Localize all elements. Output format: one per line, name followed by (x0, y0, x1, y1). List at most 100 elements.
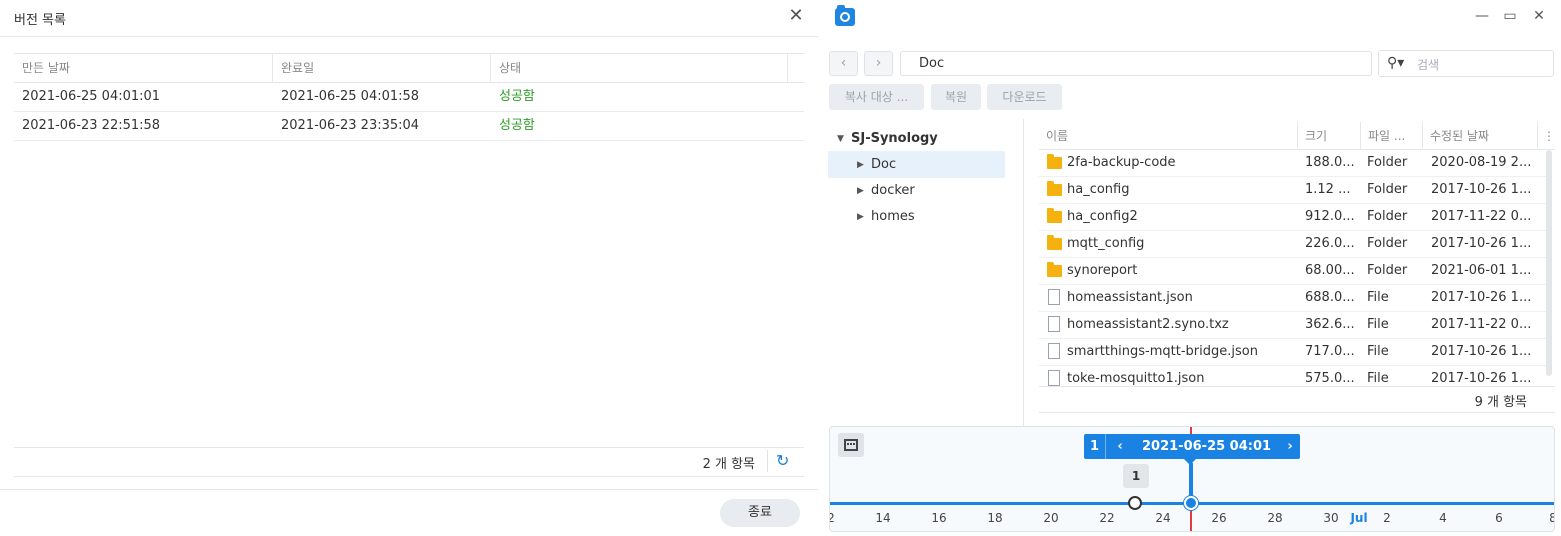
tick-label: 14 (875, 511, 891, 525)
column-type[interactable]: 파일 ... (1361, 122, 1423, 150)
search-input[interactable]: ⚲▾ 검색 (1378, 50, 1554, 77)
completed-cell: 2021-06-25 04:01:58 (281, 89, 420, 104)
file-name: homeassistant2.syno.txz (1067, 317, 1229, 332)
file-name: homeassistant.json (1067, 290, 1193, 305)
refresh-icon[interactable]: ↻ (776, 452, 792, 470)
tick-label: 22 (1099, 511, 1115, 525)
file-type: File (1367, 371, 1389, 386)
file-type: Folder (1367, 155, 1408, 170)
path-field[interactable]: Doc (900, 51, 1372, 76)
file-modified: 2017-10-26 1... (1431, 344, 1532, 359)
forward-button[interactable]: › (864, 51, 893, 76)
file-row[interactable]: 2fa-backup-code 188.0... Folder 2020-08-… (1039, 150, 1547, 177)
version-list-dialog: 버전 목록 ✕ 만든 날짜 완료일 상태 2021-06-25 04:01:01… (0, 0, 818, 536)
caret-right-icon[interactable]: ▶ (857, 212, 864, 222)
file-type: File (1367, 290, 1389, 305)
file-row[interactable]: ha_config 1.12 ... Folder 2017-10-26 1..… (1039, 177, 1547, 204)
column-modified[interactable]: 수정된 날짜 (1423, 122, 1538, 150)
file-size: 717.0... (1305, 344, 1355, 359)
table-row[interactable]: 2021-06-23 22:51:58 2021-06-23 23:35:04 … (14, 112, 804, 141)
download-button[interactable]: 다운로드 (987, 84, 1062, 110)
file-table-header: 이름 크기 파일 ... 수정된 날짜 ⋮ (1039, 122, 1555, 150)
list-divider (1039, 412, 1555, 413)
folder-icon (1047, 262, 1062, 277)
dialog-title: 버전 목록 (14, 13, 66, 28)
column-size[interactable]: 크기 (1298, 122, 1361, 150)
column-menu-icon[interactable]: ⋮ (1538, 122, 1555, 150)
footer-divider (14, 447, 804, 448)
close-button[interactable]: 종료 (720, 499, 800, 527)
caret-down-icon[interactable]: ▼ (837, 134, 844, 144)
maximize-icon[interactable]: ▭ (1502, 8, 1518, 24)
footer-divider (14, 476, 804, 477)
created-cell: 2021-06-25 04:01:01 (22, 89, 161, 104)
file-row[interactable]: ha_config2 912.0... Folder 2017-11-22 0.… (1039, 204, 1547, 231)
file-icon (1048, 370, 1060, 386)
tree-item-docker[interactable]: docker (871, 183, 915, 198)
file-size: 68.00... (1305, 263, 1355, 278)
file-name: mqtt_config (1067, 236, 1145, 251)
file-size: 912.0... (1305, 209, 1355, 224)
folder-icon (1047, 235, 1062, 250)
file-modified: 2017-10-26 1... (1431, 371, 1532, 386)
file-row[interactable]: synoreport 68.00... Folder 2021-06-01 1.… (1039, 258, 1547, 285)
tick-label: 28 (1267, 511, 1283, 525)
restore-button[interactable]: 복원 (931, 84, 981, 110)
button-bar-divider (0, 489, 818, 490)
version-navigator: 1 ‹ 2021-06-25 04:01 › (1084, 434, 1300, 465)
tree-item-doc[interactable]: Doc (871, 157, 896, 172)
file-size: 1.12 ... (1305, 182, 1351, 197)
file-type: Folder (1367, 263, 1408, 278)
next-version-button[interactable]: › (1280, 434, 1300, 459)
close-icon[interactable]: ✕ (787, 6, 805, 26)
close-icon[interactable]: ✕ (1531, 8, 1547, 24)
selected-version-point[interactable] (1184, 496, 1198, 510)
created-cell: 2021-06-23 22:51:58 (22, 118, 161, 133)
column-completed[interactable]: 완료일 (273, 54, 491, 82)
file-modified: 2017-10-26 1... (1431, 236, 1532, 251)
month-label: Jul (1350, 511, 1368, 525)
item-count: 2 개 항목 (702, 457, 755, 472)
file-name: ha_config (1067, 182, 1130, 197)
app-clock-icon (835, 5, 855, 26)
column-created[interactable]: 만든 날짜 (14, 54, 273, 82)
selected-datetime: 2021-06-25 04:01 (1142, 439, 1272, 454)
file-icon (1048, 289, 1060, 305)
copy-to-button[interactable]: 복사 대상 ... (829, 84, 924, 110)
column-status[interactable]: 상태 (491, 54, 788, 82)
prev-version-button[interactable]: ‹ (1110, 434, 1130, 459)
caret-right-icon[interactable]: ▶ (857, 160, 864, 170)
file-row[interactable]: smartthings-mqtt-bridge.json 717.0... Fi… (1039, 339, 1547, 366)
file-row[interactable]: homeassistant.json 688.0... File 2017-10… (1039, 285, 1547, 312)
minimize-icon[interactable]: — (1474, 8, 1490, 24)
tick-label: 8 (1538, 511, 1554, 525)
pane-splitter[interactable] (1023, 119, 1024, 426)
search-icon[interactable]: ⚲▾ (1387, 55, 1404, 71)
file-type: Folder (1367, 182, 1408, 197)
file-row[interactable]: homeassistant2.syno.txz 362.6... File 20… (1039, 312, 1547, 339)
tree-root[interactable]: SJ-Synology (851, 131, 938, 146)
tree-selection (828, 151, 1005, 178)
file-name: 2fa-backup-code (1067, 155, 1176, 170)
calendar-icon[interactable] (838, 433, 864, 457)
version-point[interactable] (1128, 496, 1142, 510)
tick-label: 26 (1211, 511, 1227, 525)
file-row[interactable]: mqtt_config 226.0... Folder 2017-10-26 1… (1039, 231, 1547, 258)
tree-item-homes[interactable]: homes (871, 209, 915, 224)
file-list-scrollbar[interactable] (1546, 150, 1552, 376)
file-modified: 2017-10-26 1... (1431, 290, 1532, 305)
file-size: 575.0... (1305, 371, 1355, 386)
cluster-count-badge[interactable]: 1 (1123, 464, 1149, 488)
table-row[interactable]: 2021-06-25 04:01:01 2021-06-25 04:01:58 … (14, 83, 804, 112)
file-row[interactable]: toke-mosquitto1.json 575.0... File 2017-… (1039, 366, 1547, 386)
list-divider (1039, 386, 1555, 387)
back-button[interactable]: ‹ (829, 51, 858, 76)
completed-cell: 2021-06-23 23:35:04 (281, 118, 420, 133)
caret-right-icon[interactable]: ▶ (857, 186, 864, 196)
version-timeline[interactable]: 1 ‹ 2021-06-25 04:01 › 1 2 14 16 18 20 2… (829, 426, 1555, 532)
version-table-header: 만든 날짜 완료일 상태 (14, 53, 804, 83)
column-name[interactable]: 이름 (1039, 122, 1298, 150)
file-modified: 2017-11-22 0... (1431, 317, 1532, 332)
file-modified: 2017-11-22 0... (1431, 209, 1532, 224)
footer-separator (767, 450, 768, 472)
